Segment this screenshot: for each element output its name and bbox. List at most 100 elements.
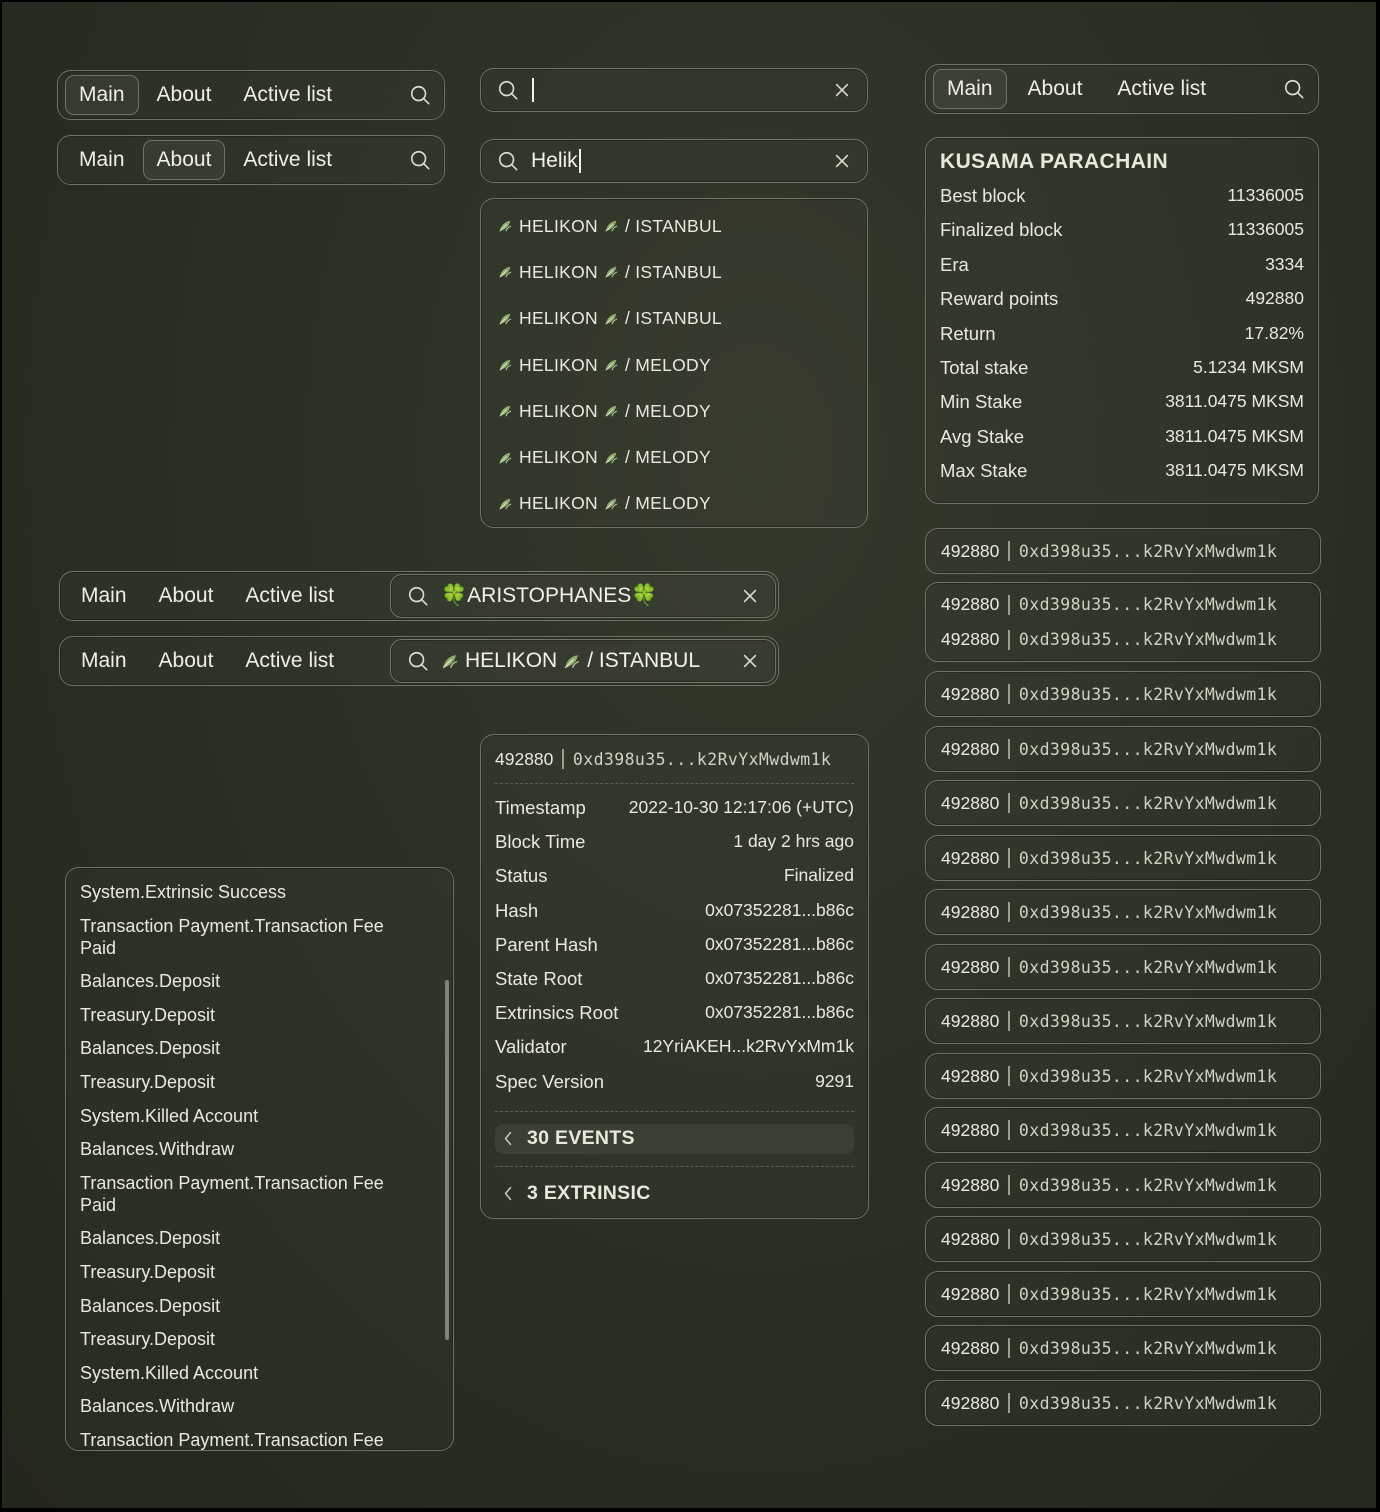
close-icon[interactable] [833, 81, 851, 99]
nav-main[interactable]: Main [67, 641, 141, 681]
nav-active-list[interactable]: Active list [229, 75, 346, 115]
close-icon[interactable] [833, 152, 851, 170]
nav-active-list[interactable]: Active list [1103, 69, 1220, 109]
event-item[interactable]: Treasury.Deposit [80, 1004, 423, 1026]
event-item[interactable]: Balances.Deposit [80, 1037, 423, 1059]
block-hash-pill[interactable]: 492880 0xd398u35...k2RvYxMwdwm1k [925, 889, 1321, 935]
event-item[interactable]: Transaction Payment.Transaction Fee Paid [80, 915, 423, 959]
search-field-selected[interactable]: HELIKON / ISTANBUL [390, 639, 776, 683]
event-item[interactable]: Balances.Withdraw [80, 1138, 423, 1160]
nav-search-button[interactable] [403, 78, 437, 112]
block-hash-pill[interactable]: 492880 0xd398u35...k2RvYxMwdwm1k [925, 835, 1321, 881]
nav-main[interactable]: Main [65, 75, 139, 115]
block-hash-pill[interactable]: 492880 0xd398u35...k2RvYxMwdwm1k 492880 0xd… [925, 582, 1321, 662]
search-result-item[interactable]: HELIKON / MELODY [481, 388, 867, 434]
search-field-empty[interactable] [480, 68, 868, 112]
block-hash-line[interactable]: 492880 0xd398u35...k2RvYxMwdwm1k [941, 793, 1305, 814]
block-hash-line[interactable]: 492880 0xd398u35...k2RvYxMwdwm1k [941, 957, 1305, 978]
scrollbar-thumb[interactable] [445, 980, 449, 1340]
nav-main[interactable]: Main [933, 69, 1007, 109]
event-item[interactable]: System.Killed Account [80, 1105, 423, 1127]
leaf-icon [498, 219, 512, 233]
search-result-item[interactable]: HELIKON / MELODY [481, 434, 867, 480]
block-hash-pill[interactable]: 492880 0xd398u35...k2RvYxMwdwm1k [925, 944, 1321, 990]
block-hash-pill[interactable]: 492880 0xd398u35...k2RvYxMwdwm1k [925, 1053, 1321, 1099]
block-hash-pill[interactable]: 492880 0xd398u35...k2RvYxMwdwm1k [925, 671, 1321, 717]
event-item[interactable]: Balances.Withdraw [80, 1395, 423, 1417]
nav-about[interactable]: About [145, 641, 228, 681]
nav-active-list[interactable]: Active list [231, 641, 348, 681]
block-hash-line[interactable]: 492880 0xd398u35...k2RvYxMwdwm1k [941, 1011, 1305, 1032]
nav-main[interactable]: Main [65, 140, 139, 180]
event-item[interactable]: Transaction Payment.Transaction Fee Paid [80, 1172, 423, 1216]
block-number: 492880 [941, 540, 1000, 561]
nav-search-button[interactable] [403, 143, 437, 177]
search-field-typed[interactable]: Helik [480, 139, 868, 183]
result-suffix: / ISTANBUL [624, 215, 722, 236]
block-hash-pill[interactable]: 492880 0xd398u35...k2RvYxMwdwm1k [925, 1162, 1321, 1208]
event-item[interactable]: System.Extrinsic Success [80, 881, 423, 903]
events-accordion[interactable]: 30 EVENTS [495, 1123, 854, 1154]
stat-row: Max Stake 3811.0475 MKSM [940, 460, 1304, 494]
block-hash-pill[interactable]: 492880 0xd398u35...k2RvYxMwdwm1k [925, 726, 1321, 772]
close-icon[interactable] [741, 587, 759, 605]
search-result-item[interactable]: HELIKON / ISTANBUL [481, 203, 867, 249]
event-item[interactable]: Balances.Deposit [80, 1227, 423, 1249]
search-result-item[interactable]: HELIKON / MELODY [481, 481, 867, 527]
event-item[interactable]: Treasury.Deposit [80, 1071, 423, 1093]
close-icon[interactable] [741, 652, 759, 670]
nav-bar-with-search-1: Main About Active list 🍀ARISTOPHANES🍀 [59, 571, 779, 621]
block-hash-line[interactable]: 492880 0xd398u35...k2RvYxMwdwm1k [941, 541, 1305, 562]
block-hash-line[interactable]: 492880 0xd398u35...k2RvYxMwdwm1k [941, 1066, 1305, 1087]
block-hash-line[interactable]: 492880 0xd398u35...k2RvYxMwdwm1k [941, 1393, 1305, 1414]
search-input[interactable] [531, 78, 821, 103]
nav-about[interactable]: About [145, 576, 228, 616]
block-hash-pill[interactable]: 492880 0xd398u35...k2RvYxMwdwm1k [925, 1107, 1321, 1153]
block-hash-pill[interactable]: 492880 0xd398u35...k2RvYxMwdwm1k [925, 780, 1321, 826]
event-item[interactable]: Transaction Payment.Transaction Fee Paid [80, 1429, 423, 1450]
block-hash-pill[interactable]: 492880 0xd398u35...k2RvYxMwdwm1k [925, 998, 1321, 1044]
result-name: HELIKON [519, 261, 598, 282]
stat-label: Era [940, 253, 969, 275]
nav-active-list[interactable]: Active list [231, 576, 348, 616]
block-hash-line[interactable]: 492880 0xd398u35...k2RvYxMwdwm1k [941, 739, 1305, 760]
stat-value: 3334 [1265, 253, 1304, 274]
block-hash-line[interactable]: 492880 0xd398u35...k2RvYxMwdwm1k [941, 1284, 1305, 1305]
event-item[interactable]: Balances.Deposit [80, 970, 423, 992]
search-input-value[interactable]: HELIKON / ISTANBUL [441, 649, 729, 673]
search-result-item[interactable]: HELIKON / ISTANBUL [481, 249, 867, 295]
block-hash-pill[interactable]: 492880 0xd398u35...k2RvYxMwdwm1k [925, 1271, 1321, 1317]
nav-about[interactable]: About [143, 75, 226, 115]
block-hash-line[interactable]: 492880 0xd398u35...k2RvYxMwdwm1k [941, 848, 1305, 869]
event-item[interactable]: Treasury.Deposit [80, 1328, 423, 1350]
nav-main[interactable]: Main [67, 576, 141, 616]
block-hash-line[interactable]: 492880 0xd398u35...k2RvYxMwdwm1k [941, 1229, 1305, 1250]
block-hash-pill[interactable]: 492880 0xd398u35...k2RvYxMwdwm1k [925, 528, 1321, 574]
block-hash-line[interactable]: 492880 0xd398u35...k2RvYxMwdwm1k [941, 1175, 1305, 1196]
event-item[interactable]: Treasury.Deposit [80, 1261, 423, 1283]
block-hash-line[interactable]: 492880 0xd398u35...k2RvYxMwdwm1k [941, 684, 1305, 705]
search-result-item[interactable]: HELIKON / ISTANBUL [481, 296, 867, 342]
block-hash-line[interactable]: 492880 0xd398u35...k2RvYxMwdwm1k [941, 1338, 1305, 1359]
nav-active-list[interactable]: Active list [229, 140, 346, 180]
block-hash-line[interactable]: 492880 0xd398u35...k2RvYxMwdwm1k [941, 902, 1305, 923]
block-hash-line[interactable]: 492880 0xd398u35...k2RvYxMwdwm1k [941, 594, 1305, 615]
search-input-value[interactable]: 🍀ARISTOPHANES🍀 [441, 584, 729, 608]
block-hash-pill[interactable]: 492880 0xd398u35...k2RvYxMwdwm1k [925, 1325, 1321, 1371]
block-hash-pill[interactable]: 492880 0xd398u35...k2RvYxMwdwm1k [925, 1380, 1321, 1426]
search-result-item[interactable]: HELIKON / MELODY [481, 342, 867, 388]
block-hash-line[interactable]: 492880 0xd398u35...k2RvYxMwdwm1k [941, 1120, 1305, 1141]
block-hash: 0xd398u35...k2RvYxMwdwm1k [1018, 541, 1278, 561]
search-field-selected[interactable]: 🍀ARISTOPHANES🍀 [390, 574, 776, 618]
event-item[interactable]: System.Killed Account [80, 1362, 423, 1384]
search-input[interactable]: Helik [531, 149, 821, 174]
event-item[interactable]: Balances.Deposit [80, 1295, 423, 1317]
nav-about[interactable]: About [142, 140, 226, 180]
nav-about[interactable]: About [1011, 69, 1100, 109]
events-list[interactable]: System.Extrinsic Success Transaction Paym… [65, 867, 454, 1451]
result-name: HELIKON [519, 400, 598, 421]
block-hash-pill[interactable]: 492880 0xd398u35...k2RvYxMwdwm1k [925, 1216, 1321, 1262]
nav-search-button[interactable] [1277, 72, 1311, 106]
block-hash-line[interactable]: 492880 0xd398u35...k2RvYxMwdwm1k [941, 629, 1305, 650]
extrinsic-accordion[interactable]: 3 EXTRINSIC [495, 1178, 854, 1210]
